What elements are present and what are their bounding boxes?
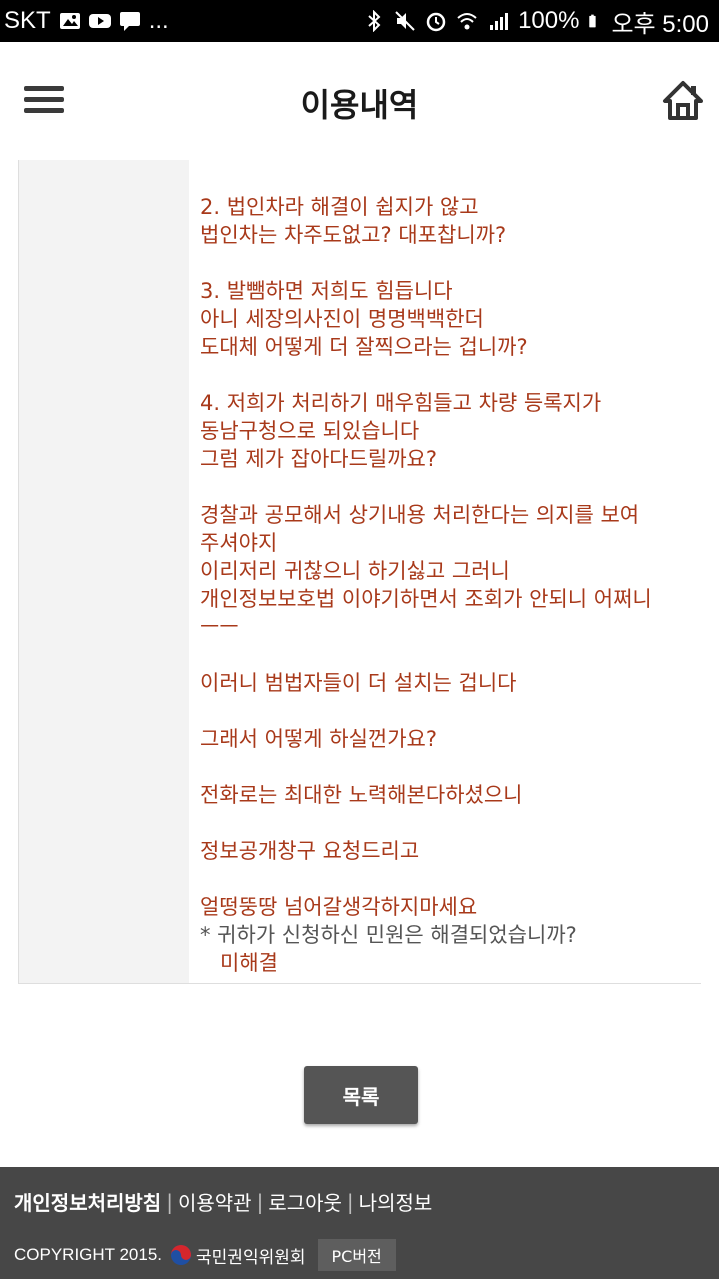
answer-line: ㅡㅡ [200,615,239,639]
footer-separator: | [256,1189,264,1214]
footer-separator: | [166,1189,173,1214]
answer-line: 그럼 제가 잡아다드릴까요? [200,447,438,471]
answer-line: 2. 법인차라 해결이 쉽지가 않고 [200,195,479,219]
resolved-answer: 미해결 [220,951,278,975]
answer-line: 전화로는 최대한 노력해본다하셨으니 [200,783,523,807]
copyright: COPYRIGHT 2015. 국민권익위원회 PC버전 [14,1239,396,1271]
mute-icon [395,11,415,31]
clock: 오후 5:00 [611,10,709,38]
label-column [19,160,189,983]
answer-line: 3. 발뺌하면 저희도 힘듭니다 [200,279,453,303]
youtube-icon [88,14,111,28]
answer-line: 얼떵뚱땅 넘어갈생각하지마세요 [200,895,478,919]
answer-line: 아니 세장의사진이 명명백백한더 [200,307,484,331]
answer-line: 경찰과 공모해서 상기내용 처리한다는 의지를 보여 [200,503,640,527]
gallery-icon [59,13,80,29]
home-icon[interactable] [662,80,704,122]
signal-icon [490,13,509,30]
carrier-label: SKT [4,7,51,34]
footer: 개인정보처리방침 | 이용약관 | 로그아웃 | 나의정보 COPYRIGHT … [0,1167,719,1279]
logout-link[interactable]: 로그아웃 [268,1187,342,1216]
answer-line: 동남구청으로 되있습니다 [200,419,420,443]
list-button[interactable]: 목록 [304,1066,418,1124]
answer-line: 개인정보보호법 이야기하면서 조회가 안되니 어쩌니 [200,587,652,611]
bluetooth-icon [368,10,381,32]
wifi-icon [457,13,477,30]
my-info-link[interactable]: 나의정보 [359,1187,433,1216]
answer-line: 그래서 어떻게 하실껀가요? [200,727,438,751]
battery-icon [589,14,597,28]
footer-links: 개인정보처리방침 | 이용약관 | 로그아웃 | 나의정보 [14,1187,432,1216]
resolved-question: * 귀하가 신청하신 민원은 해결되었습니까? [200,923,577,947]
terms-link[interactable]: 이용약관 [178,1187,252,1216]
status-bar: SKT ... 100% 오후 5:00 [0,0,719,42]
answer-line: 4. 저희가 처리하기 매우힘들고 차량 등록지가 [200,391,602,415]
pc-version-button[interactable]: PC버전 [317,1239,396,1271]
answer-line: 주셔야지 [200,531,278,555]
battery-percent: 100% [518,7,580,34]
answer-line: 정보공개창구 요청드리고 [200,839,420,863]
footer-separator: | [346,1189,354,1214]
taegeuk-logo-icon [171,1245,192,1265]
answer-line: 이러니 범법자들이 더 설치는 겁니다 [200,671,517,695]
answer-line: 이리저리 귀찮으니 하기싫고 그러니 [200,559,510,583]
answer-line: 법인차는 차주도없고? 대포찹니까? [200,223,507,247]
copyright-text: COPYRIGHT 2015. [14,1245,163,1264]
agency-name: 국민권익위원회 [170,1243,306,1268]
more-notifications: ... [148,7,169,34]
app-header: 이용내역 [0,42,719,160]
alarm-icon [426,12,446,32]
message-icon [119,12,140,31]
agency-label: 국민권익위원회 [196,1247,306,1268]
answer-line: 도대체 어떻게 더 잘찍으라는 겁니까? [200,335,528,359]
privacy-policy-link[interactable]: 개인정보처리방침 [14,1187,161,1216]
page-title: 이용내역 [300,86,419,124]
